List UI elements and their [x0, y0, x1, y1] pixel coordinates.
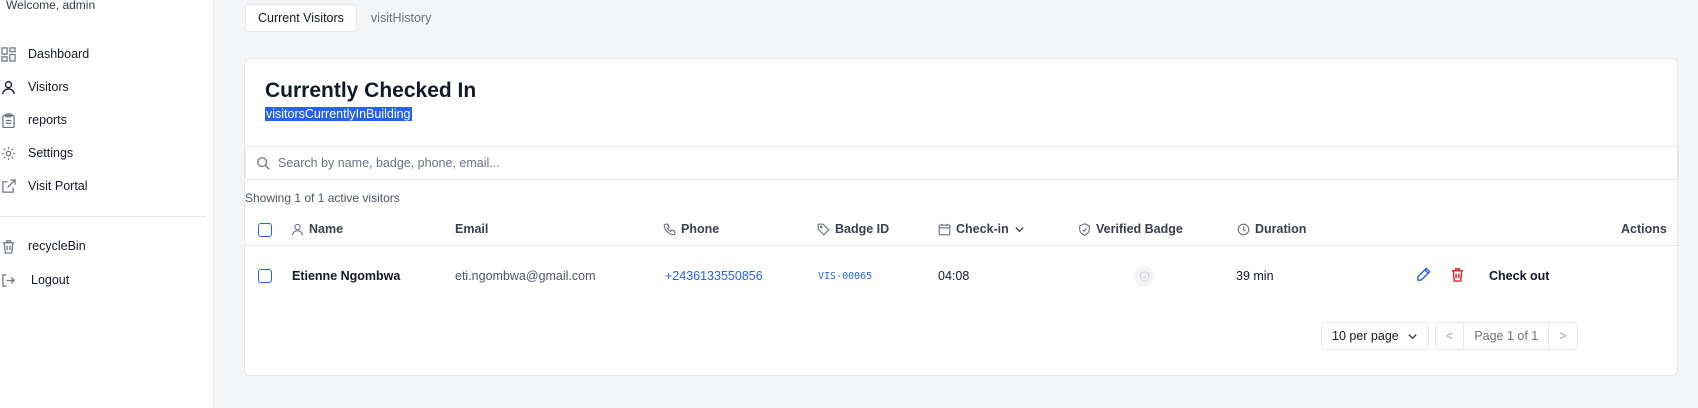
column-label: Check-in: [956, 222, 1009, 236]
column-actions: Actions: [1621, 222, 1667, 236]
prev-page-button[interactable]: <: [1436, 323, 1463, 349]
chevron-down-icon: [1407, 331, 1418, 342]
page-subtitle: visitorsCurrentlyInBuilding: [265, 107, 412, 121]
trash-icon: [0, 238, 16, 254]
column-label: Badge ID: [835, 222, 890, 236]
table-header: Name Email Phone Badge ID Check-in Verif…: [245, 214, 1679, 246]
pagination: < Page 1 of 1 >: [1435, 322, 1578, 350]
sidebar-item-dashboard[interactable]: Dashboard: [0, 42, 89, 66]
sidebar-item-visitors[interactable]: Visitors: [0, 75, 69, 99]
column-label: Email: [455, 222, 489, 236]
search-box: [245, 146, 1679, 180]
page-indicator: Page 1 of 1: [1463, 323, 1548, 349]
sidebar-item-label: Settings: [28, 146, 74, 160]
visitor-name: Etienne Ngombwa: [292, 269, 401, 283]
results-count: Showing 1 of 1 active visitors: [245, 191, 400, 205]
external-link-icon: [0, 178, 16, 194]
column-label: Duration: [1255, 222, 1307, 236]
sidebar-item-label: reports: [28, 113, 67, 127]
column-label: Name: [309, 222, 344, 236]
sidebar-item-label: Visit Portal: [28, 179, 88, 193]
sidebar: Welcome, admin Dashboard Visitors report…: [0, 0, 214, 408]
select-all-checkbox[interactable]: [258, 223, 272, 237]
page-title: Currently Checked In: [265, 79, 477, 102]
shield-icon: [1139, 270, 1150, 282]
per-page-value: 10 per page: [1332, 329, 1399, 343]
edit-icon[interactable]: [1416, 267, 1431, 282]
logout-icon: [0, 272, 16, 288]
next-page-button[interactable]: >: [1548, 323, 1576, 349]
shield-check-icon: [1078, 222, 1091, 236]
per-page-select[interactable]: 10 per page: [1321, 322, 1429, 350]
column-badge-id: Badge ID: [817, 222, 889, 236]
search-input[interactable]: [278, 156, 1478, 170]
sidebar-item-visit-portal[interactable]: Visit Portal: [0, 174, 88, 198]
sidebar-item-settings[interactable]: Settings: [0, 141, 73, 165]
user-icon: [0, 79, 16, 95]
check-out-button[interactable]: Check out: [1489, 269, 1549, 283]
phone-icon: [663, 223, 676, 236]
sidebar-item-label: Logout: [31, 273, 70, 287]
table-row: Etienne Ngombwa eti.ngombwa@gmail.com +2…: [245, 247, 1679, 305]
column-duration: Duration: [1237, 222, 1306, 236]
column-label: Actions: [1621, 222, 1667, 236]
tag-icon: [817, 223, 830, 236]
row-checkbox[interactable]: [258, 269, 272, 283]
sidebar-divider: [0, 216, 206, 217]
column-phone: Phone: [663, 222, 719, 236]
current-visitors-card: Currently Checked In visitorsCurrentlyIn…: [244, 58, 1679, 376]
sidebar-item-label: Visitors: [28, 80, 69, 94]
clipboard-icon: [0, 112, 16, 128]
search-icon: [256, 156, 270, 170]
calendar-clock-icon: [938, 223, 951, 236]
check-in-time: 04:08: [938, 269, 970, 283]
column-label: Phone: [681, 222, 720, 236]
gear-icon: [0, 145, 16, 161]
column-email: Email: [455, 222, 488, 236]
tab-bar: Current Visitors visitHistory: [245, 4, 443, 32]
column-check-in[interactable]: Check-in: [938, 222, 1025, 236]
sidebar-item-reports[interactable]: reports: [0, 108, 67, 132]
delete-icon[interactable]: [1450, 267, 1465, 282]
clock-icon: [1237, 223, 1250, 236]
tab-current-visitors[interactable]: Current Visitors: [245, 4, 357, 32]
column-label: Verified Badge: [1096, 222, 1183, 236]
dashboard-grid-icon: [0, 46, 16, 62]
tab-visit-history[interactable]: visitHistory: [359, 4, 443, 32]
sidebar-item-logout[interactable]: Logout: [0, 268, 69, 292]
sidebar-item-label: recycleBin: [28, 239, 86, 253]
user-icon: [291, 223, 304, 236]
visitor-phone[interactable]: +2436133550856: [665, 269, 763, 283]
visit-duration: 39 min: [1236, 269, 1274, 283]
sidebar-item-label: Dashboard: [28, 47, 90, 61]
sidebar-item-recycle-bin[interactable]: recycleBin: [0, 234, 86, 258]
badge-id: VIS-00065: [818, 271, 873, 282]
verified-badge-status: [1134, 266, 1154, 286]
chevron-down-icon: [1014, 224, 1025, 235]
column-name[interactable]: Name: [291, 222, 343, 236]
column-verified-badge: Verified Badge: [1078, 222, 1183, 236]
welcome-text: Welcome, admin: [6, 0, 96, 12]
visitor-email: eti.ngombwa@gmail.com: [455, 269, 596, 283]
